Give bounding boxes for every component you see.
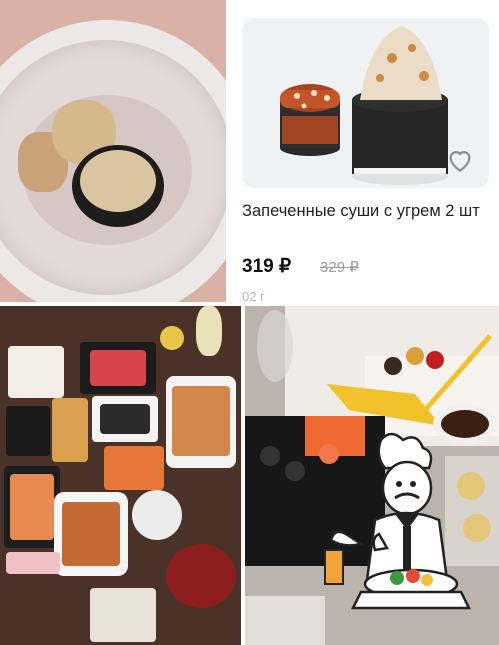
sushi-tray <box>90 588 156 642</box>
sushi-tray <box>62 502 120 566</box>
product-price: 319 ₽ <box>242 256 292 277</box>
photo-sushi-table <box>0 306 241 645</box>
photo-sushi-box <box>245 306 499 645</box>
product-old-price: 329 ₽ <box>320 259 359 276</box>
sushi-tray <box>52 398 88 462</box>
sushi-tray <box>166 544 236 608</box>
sushi-tray <box>132 490 182 540</box>
sushi-tray <box>90 350 146 386</box>
wine-glass <box>196 306 222 356</box>
product-image <box>242 18 489 188</box>
sushi-tray <box>6 406 50 456</box>
sushi-tray <box>100 404 150 434</box>
sushi-tray <box>104 446 164 490</box>
sushi-tray <box>8 346 64 398</box>
sushi-tray <box>172 386 230 456</box>
sushi-roll-topping <box>80 150 156 212</box>
sauce-cup <box>160 326 184 350</box>
sushi-tray <box>6 552 60 574</box>
product-card[interactable]: Запеченные суши с угрем 2 шт 319 ₽ 329 ₽… <box>230 0 499 302</box>
sushi-tray <box>10 474 54 540</box>
heart-outline-icon[interactable] <box>444 144 476 176</box>
photo-bowl-sushi <box>0 0 226 302</box>
product-title[interactable]: Запеченные суши с угрем 2 шт <box>242 200 494 222</box>
product-weight-partial: 02 г <box>242 289 265 302</box>
chef-holding-plate-illustration <box>324 432 472 610</box>
